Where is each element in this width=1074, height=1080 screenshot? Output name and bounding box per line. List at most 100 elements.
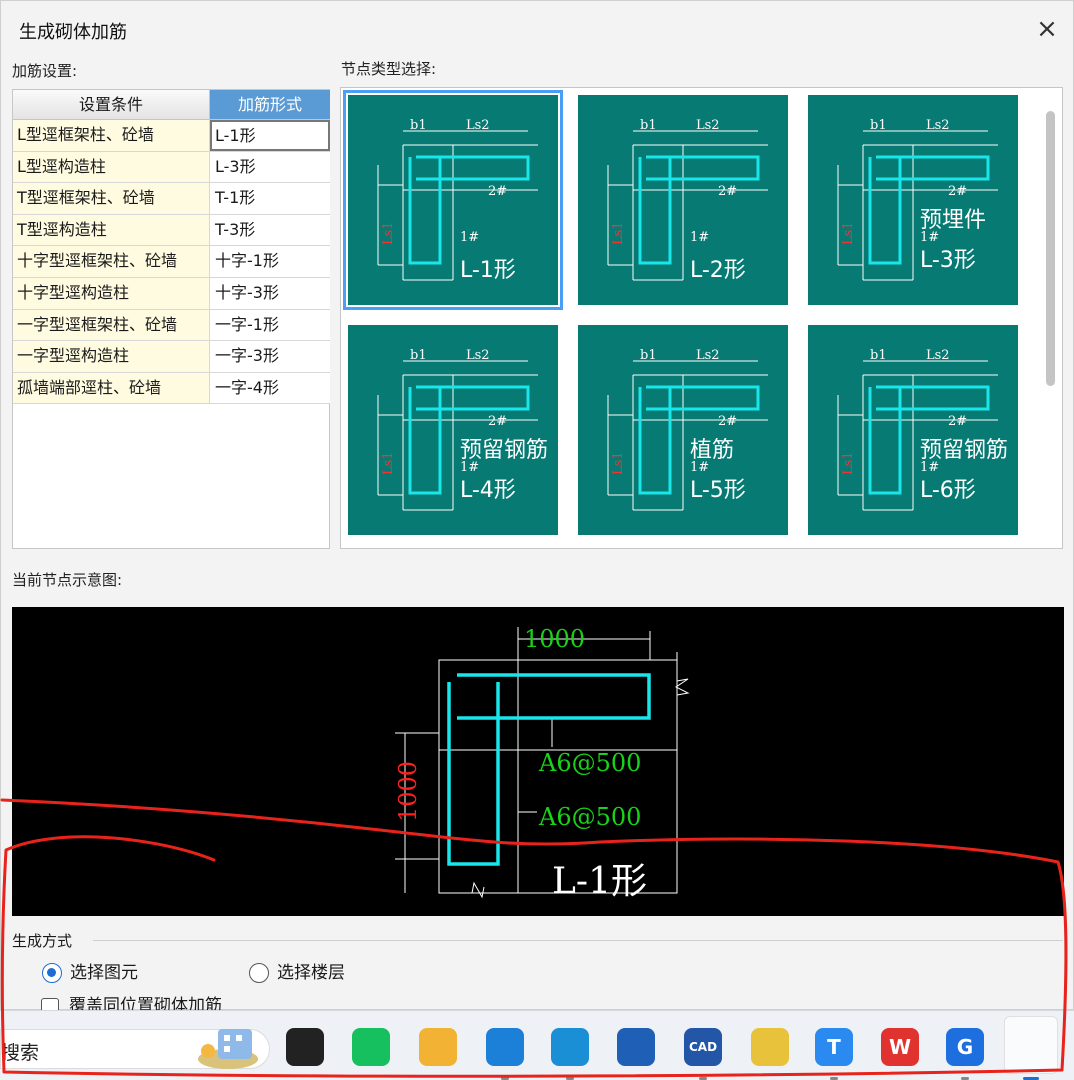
- help-notes-icon[interactable]: [751, 1028, 789, 1066]
- generate-divider: [93, 940, 1063, 941]
- node-diagram: b1 Ls22#1#Ls1植筋L-5形: [607, 348, 768, 511]
- form-cell[interactable]: 一字-4形: [210, 372, 330, 404]
- scrollbar-thumb[interactable]: [1046, 111, 1055, 386]
- node-diagram: b1 Ls2 2# 1# Ls1 L-2形: [607, 118, 768, 283]
- settings-label: 加筋设置:: [12, 62, 78, 80]
- node-tile-4[interactable]: b1 Ls2 2# 1# Ls1 预留钢筋 L-4形: [348, 325, 558, 535]
- header-form: 加筋形式: [210, 90, 330, 120]
- tile-caption: L-2形: [690, 258, 746, 283]
- dim-label: 2#: [948, 414, 967, 429]
- form-cell[interactable]: L-3形: [210, 151, 330, 183]
- dim-label: 2#: [948, 184, 967, 199]
- settings-row[interactable]: 十字型逕框架柱、砼墙 十字-1形: [13, 246, 330, 278]
- tile-caption: L-1形: [460, 258, 516, 283]
- tile-caption: 植筋: [690, 438, 734, 463]
- ms-store-icon[interactable]: [617, 1028, 655, 1066]
- settings-row[interactable]: L型逕构造柱 L-3形: [13, 151, 330, 184]
- dim-ls1-label: Ls1: [611, 451, 626, 475]
- dim-label: b1: [410, 348, 427, 363]
- condition-cell: 一字型逕构造柱: [13, 341, 210, 372]
- settings-row[interactable]: 孤墙端部逕柱、砼墙 一字-4形: [13, 372, 330, 405]
- title-bar: 生成砌体加筋 ×: [1, 1, 1073, 59]
- node-tile-6[interactable]: b1 Ls2 2# 1# Ls1 预留钢筋 L-6形: [808, 325, 1018, 535]
- preview-dim-top: 1000: [524, 625, 585, 653]
- tile-caption: 预留钢筋: [460, 438, 548, 463]
- glodon-g-icon[interactable]: G: [946, 1028, 984, 1066]
- dim-label: Ls2: [926, 118, 950, 133]
- radio-dot-off[interactable]: [249, 963, 269, 983]
- condition-cell: T型逕构造柱: [13, 214, 210, 246]
- wps-icon[interactable]: W: [881, 1028, 919, 1066]
- form-cell[interactable]: 一字-1形: [210, 309, 330, 341]
- node-tile-2[interactable]: b1 Ls2 2# 1# Ls1 L-2形: [578, 95, 788, 305]
- settings-row[interactable]: 十字型逕构造柱 十字-3形: [13, 278, 330, 310]
- dim-label: b1: [870, 118, 887, 133]
- taskbar-active-highlight: [1004, 1016, 1058, 1074]
- form-cell[interactable]: T-3形: [210, 214, 330, 246]
- dim-ls1-label: Ls1: [381, 221, 396, 245]
- dim-label: 1#: [460, 230, 479, 245]
- header-condition: 设置条件: [13, 90, 210, 120]
- search-text: 搜索: [1, 1042, 40, 1064]
- store-bag-icon[interactable]: [352, 1028, 390, 1066]
- tile-caption: L-4形: [460, 478, 516, 503]
- settings-row[interactable]: 一字型逕框架柱、砼墙 一字-1形: [13, 309, 330, 342]
- node-tile-5[interactable]: b1 Ls2 2# 1# Ls1 植筋 L-5形: [578, 325, 788, 535]
- nodes-label: 节点类型选择:: [341, 60, 437, 78]
- preview-caption: L-1形: [552, 861, 647, 902]
- dim-label: 2#: [718, 184, 737, 199]
- dim-ls1-label: Ls1: [381, 451, 396, 475]
- tencent-t-icon[interactable]: T: [815, 1028, 853, 1066]
- dim-label: Ls2: [696, 118, 720, 133]
- overwrite-checkbox[interactable]: 覆盖同位置砌体加筋: [41, 995, 222, 1011]
- node-diagram: b1 Ls22#1#Ls1预留钢筋L-6形: [837, 348, 1008, 511]
- cad-app-icon[interactable]: CAD: [684, 1028, 722, 1066]
- node-tile-3[interactable]: b1 Ls2 2# 1# Ls1 预埋件 L-3形: [808, 95, 1018, 305]
- dim-label: b1: [640, 118, 657, 133]
- form-cell[interactable]: 一字-3形: [210, 341, 330, 372]
- node-diagram: b1 Ls22#1#Ls1预埋件L-3形: [837, 118, 998, 281]
- window-title: 生成砌体加筋: [19, 22, 127, 43]
- condition-cell: T型逕框架柱、砼墙: [13, 183, 210, 214]
- condition-cell: L型逕框架柱、砼墙: [13, 120, 210, 151]
- dim-label: 2#: [488, 414, 507, 429]
- settings-table: 设置条件 加筋形式 L型逕框架柱、砼墙 L-1形 L型逕构造柱 L-3形 T型逕框架柱、…: [12, 89, 330, 549]
- condition-cell: L型逕构造柱: [13, 151, 210, 183]
- form-cell[interactable]: T-1形: [210, 183, 330, 214]
- form-cell[interactable]: L-1形: [210, 120, 330, 151]
- dim-ls1-label: Ls1: [841, 221, 856, 245]
- dim-label: b1: [640, 348, 657, 363]
- settings-row[interactable]: 一字型逕构造柱 一字-3形: [13, 341, 330, 373]
- dim-ls1-label: Ls1: [841, 451, 856, 475]
- node-tile-1[interactable]: b1 Ls2 2# 1# Ls1 L-1形: [343, 90, 563, 310]
- tile-caption: L-5形: [690, 478, 746, 503]
- settings-row[interactable]: T型逕构造柱 T-3形: [13, 214, 330, 247]
- tile-caption: L-6形: [920, 478, 976, 503]
- form-cell[interactable]: 十字-3形: [210, 278, 330, 309]
- node-preview: 1000 1000 A6@500 A6@500 L-1形: [12, 607, 1064, 916]
- checkbox-label: 覆盖同位置砌体加筋: [69, 996, 222, 1011]
- generate-label: 生成方式: [12, 932, 73, 950]
- tile-caption: 预留钢筋: [920, 438, 1008, 463]
- radio-select-floor[interactable]: 选择楼层: [249, 962, 345, 984]
- dim-label: b1: [410, 118, 427, 133]
- ie-browser-icon[interactable]: [486, 1028, 524, 1066]
- dim-label: b1: [870, 348, 887, 363]
- file-explorer-icon[interactable]: [419, 1028, 457, 1066]
- tile-caption: L-3形: [920, 248, 976, 273]
- edge-browser-icon[interactable]: [551, 1028, 589, 1066]
- radio-select-element[interactable]: 选择图元: [42, 962, 138, 984]
- close-icon[interactable]: ×: [1033, 15, 1061, 43]
- dim-label: Ls2: [926, 348, 950, 363]
- weather-widget-icon[interactable]: [192, 1021, 264, 1071]
- radio-dot-on[interactable]: [42, 963, 62, 983]
- preview-drawing: 1000 1000 A6@500 A6@500 L-1形: [394, 625, 690, 902]
- preview-bar-left: A6@500: [538, 803, 641, 831]
- settings-row[interactable]: T型逕框架柱、砼墙 T-1形: [13, 183, 330, 215]
- form-cell[interactable]: 十字-1形: [210, 246, 330, 277]
- node-diagram: b1 Ls2 2# 1# Ls1 L-1形: [377, 118, 538, 283]
- dim-label: 2#: [718, 414, 737, 429]
- task-view-icon[interactable]: [286, 1028, 324, 1066]
- node-diagram: b1 Ls22#1#Ls1预留钢筋L-4形: [377, 348, 548, 511]
- settings-row[interactable]: L型逕框架柱、砼墙 L-1形: [13, 120, 330, 152]
